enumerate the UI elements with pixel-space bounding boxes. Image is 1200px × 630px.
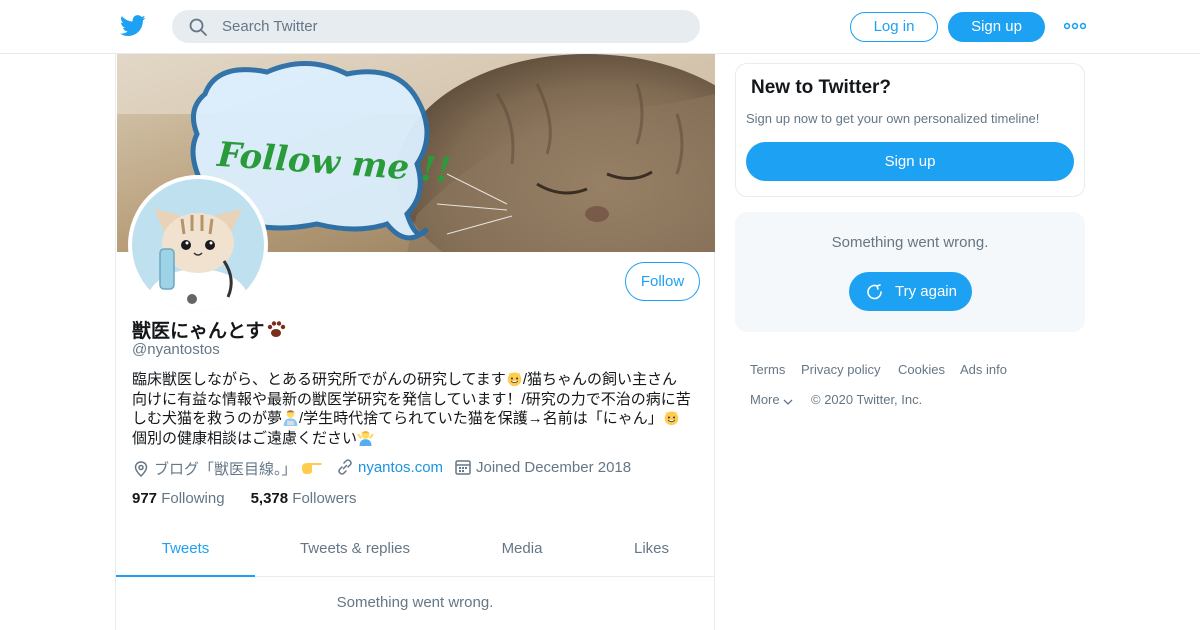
footer-more-menu[interactable]: More [750,392,794,407]
try-again-button[interactable]: Try again [849,272,972,311]
bio-line-6: 個別の健康相談はご遠慮ください [132,429,358,447]
following-count: 977 [132,490,158,507]
following-stat[interactable]: 977 Following [132,490,225,507]
avatar[interactable] [128,175,268,315]
footer-copyright: © 2020 Twitter, Inc. [811,392,923,407]
website-link[interactable]: nyantos.com [358,459,443,476]
paw-print-icon [268,321,286,337]
tab-media[interactable]: Media [455,528,589,577]
more-dots-icon[interactable] [1064,18,1086,34]
profile-tabs: Tweets Tweets & replies Media Likes [116,528,714,577]
sidebar-signup-button[interactable]: Sign up [746,142,1074,181]
footer-links: Terms Privacy policy Cookies Ads info Mo… [750,362,1090,422]
gesture-person-emoji-icon [357,430,374,446]
chevron-down-icon [783,399,793,405]
pointing-finger-emoji-icon [301,463,322,474]
timeline-error-message: Something went wrong. [336,594,494,611]
new-to-twitter-subtitle: Sign up now to get your own personalized… [746,111,1040,126]
bio-line-5: /学生時代捨てられていた猫を保護→名前は「にゃん」 [299,410,663,427]
tab-likes[interactable]: Likes [589,528,714,577]
profile-column: Follow me !! Follow 獣医にゃんとす @nyantostos … [115,54,715,630]
followers-stat[interactable]: 5,378 Followers [251,490,357,507]
profile-counts: 977 Following 5,378 Followers [132,490,356,507]
profile-location: ブログ「獣医目線。」 [132,458,327,479]
location-pin-icon [134,461,148,478]
followers-count: 5,378 [250,490,289,507]
sidebar-error-card: Something went wrong. Try again [735,212,1085,332]
sidebar-error-message: Something went wrong. [831,234,989,251]
followers-label: Followers [292,490,357,507]
display-name-text: 獣医にゃんとす [132,321,265,342]
joined-text: Joined December 2018 [476,459,632,476]
cat-face-emoji-icon [664,411,679,426]
bio-line-1: 臨床獣医しながら、とある研究所でがんの研究してます [132,371,506,388]
footer-more-label: More [750,392,780,407]
top-navigation-bar: Log in Sign up [0,0,1200,54]
footer-link-privacy[interactable]: Privacy policy [801,362,880,377]
search-input[interactable] [222,10,682,43]
login-button[interactable]: Log in [850,12,938,42]
bio-line-3: 向けに有益な情報や最新の獣医学研究を発信しています！/研究の力で不治の病に苦 [132,390,691,408]
link-icon [338,459,352,475]
profile-joined: Joined December 2018 [454,458,631,476]
follow-button[interactable]: Follow [625,262,700,301]
bio-line-2: /猫ちゃんの飼い主さん [522,371,677,388]
cat-face-emoji-icon [507,372,522,387]
footer-link-cookies[interactable]: Cookies [898,362,945,377]
profile-handle: @nyantostos [132,341,220,358]
refresh-icon [867,284,882,300]
calendar-icon [455,460,471,475]
footer-link-ads-info[interactable]: Ads info [960,362,1007,377]
footer-link-terms[interactable]: Terms [750,362,785,377]
search-icon [189,18,207,36]
tab-tweets-replies[interactable]: Tweets & replies [255,528,455,577]
location-text: ブログ「獣医目線。」 [154,461,297,478]
try-again-label: Try again [895,283,957,300]
search-box[interactable] [172,10,700,43]
scientist-emoji-icon [283,410,298,426]
profile-display-name: 獣医にゃんとす [132,316,286,343]
avatar-cat-image [132,179,264,311]
new-to-twitter-title: New to Twitter? [751,77,892,98]
signup-button[interactable]: Sign up [948,12,1045,42]
twitter-bird-icon[interactable] [120,14,146,38]
profile-bio: 臨床獣医しながら、とある研究所でがんの研究してます/猫ちゃんの飼い主さん 向けに… [132,370,697,448]
profile-meta: ブログ「獣医目線。」 nyantos.com Joined December 2… [132,458,702,482]
new-to-twitter-card: New to Twitter? Sign up now to get your … [735,63,1085,197]
following-label: Following [161,490,225,507]
tab-tweets[interactable]: Tweets [116,528,255,577]
profile-website[interactable]: nyantos.com [336,458,443,476]
bio-line-4: しむ犬猫を救うのが夢 [132,410,283,427]
